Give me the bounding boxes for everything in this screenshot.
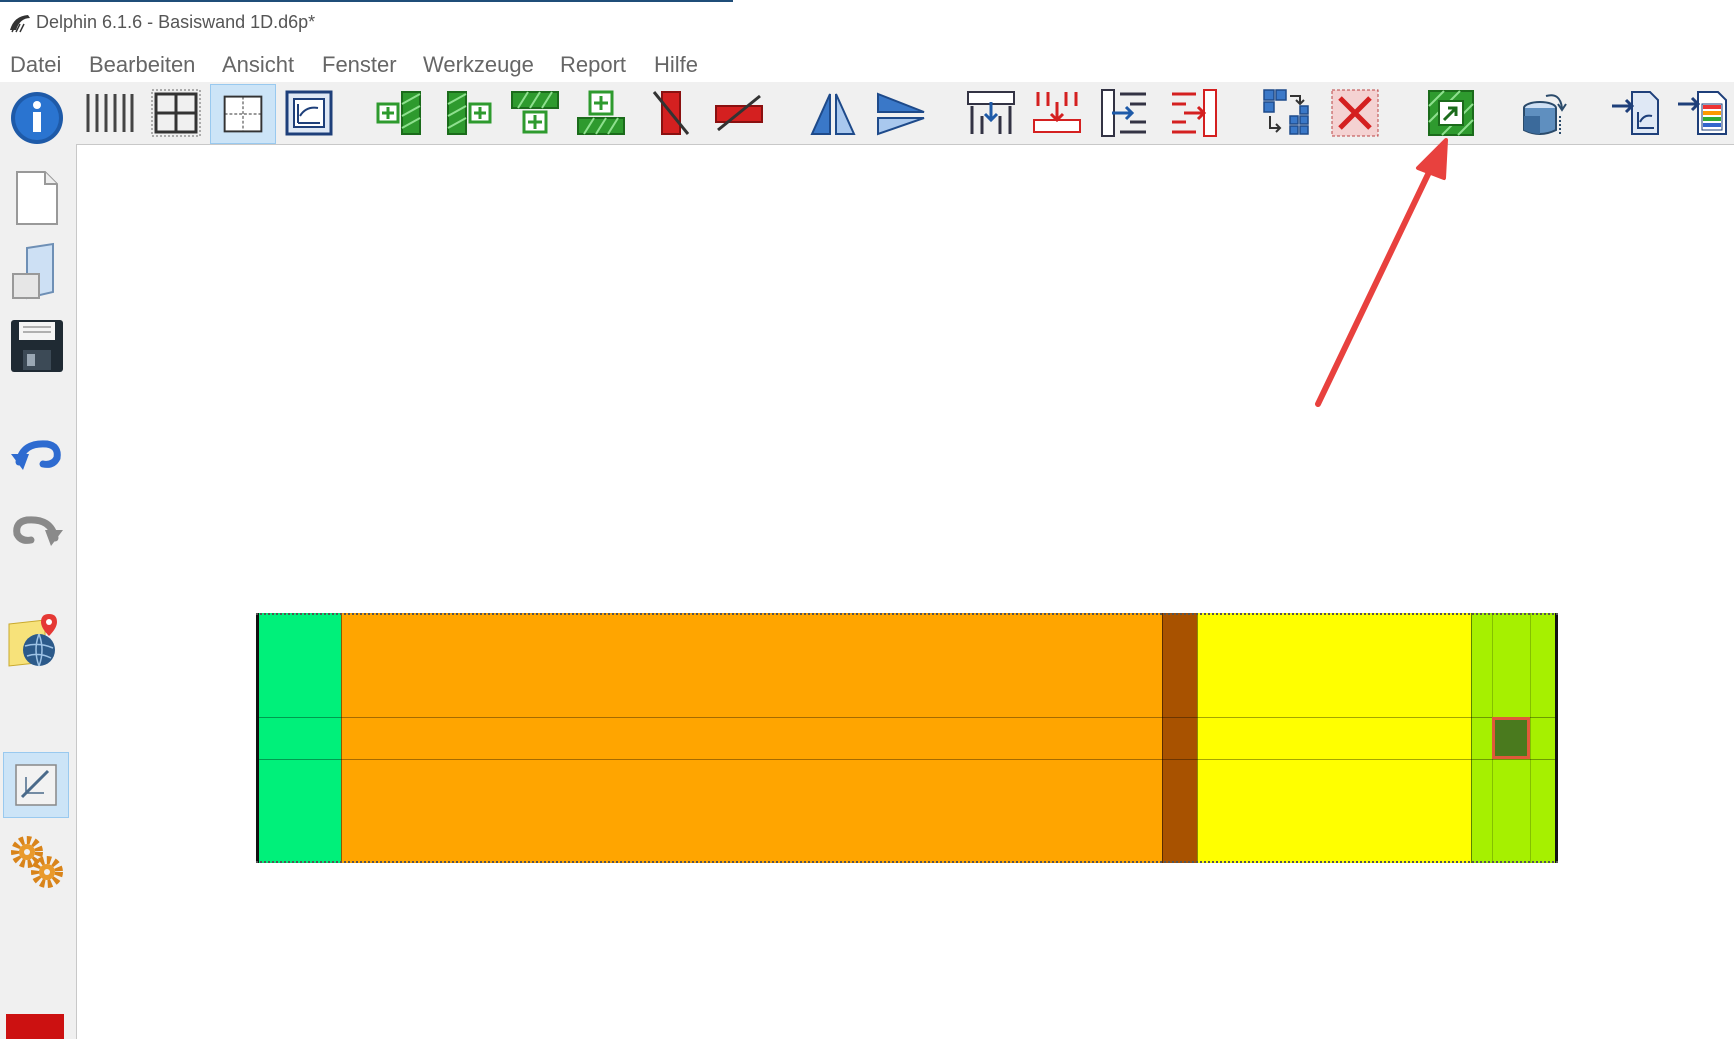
import-table-icon[interactable] — [1678, 86, 1732, 140]
info-icon[interactable] — [8, 88, 66, 146]
insert-column-right-icon[interactable] — [442, 86, 496, 140]
construction-canvas[interactable] — [77, 145, 1734, 1039]
menu-datei[interactable]: Datei — [10, 52, 61, 78]
layer-1[interactable] — [256, 613, 341, 863]
selected-cell[interactable] — [1492, 717, 1530, 759]
menu-werkzeuge[interactable]: Werkzeuge — [423, 52, 534, 78]
redo-icon[interactable] — [5, 500, 69, 564]
menu-report[interactable]: Report — [560, 52, 626, 78]
remove-rows-icon[interactable] — [1166, 86, 1220, 140]
vertical-grid-lines-icon[interactable] — [82, 86, 136, 140]
new-file-icon[interactable] — [5, 166, 69, 230]
delete-assignment-icon[interactable] — [1328, 86, 1382, 140]
assign-region-icon[interactable] — [1260, 86, 1314, 140]
mirror-horizontal-icon[interactable] — [806, 86, 860, 140]
insert-row-above-icon[interactable] — [508, 86, 562, 140]
layer-boundary — [1471, 613, 1472, 863]
save-icon[interactable] — [5, 314, 69, 378]
open-file-icon[interactable] — [5, 240, 69, 304]
layer-2[interactable] — [341, 613, 1162, 863]
cell-boundary — [1530, 613, 1531, 863]
wall-left-edge — [256, 613, 259, 863]
replace-material-icon[interactable] — [1424, 86, 1478, 140]
layer-7[interactable] — [1530, 613, 1558, 863]
split-rows-icon[interactable] — [1098, 86, 1152, 140]
diagram-view-icon[interactable] — [282, 86, 336, 140]
menu-bearbeiten[interactable]: Bearbeiten — [89, 52, 195, 78]
layer-boundary — [1197, 613, 1198, 863]
error-indicator-icon[interactable] — [6, 1014, 64, 1039]
menu-fenster[interactable]: Fenster — [322, 52, 397, 78]
selection-grid-icon[interactable] — [210, 84, 276, 144]
wall-bottom-border — [256, 861, 1558, 863]
layer-4[interactable] — [1197, 613, 1471, 863]
delete-row-icon[interactable] — [712, 86, 766, 140]
title-bar-accent — [0, 0, 733, 2]
mirror-vertical-icon[interactable] — [874, 86, 928, 140]
wall-top-border — [256, 613, 1558, 615]
wall-right-edge — [1555, 613, 1558, 863]
delphin-app-icon — [10, 15, 30, 33]
location-globe-icon[interactable] — [5, 610, 69, 674]
remove-columns-icon[interactable] — [1030, 86, 1084, 140]
rotate-construction-icon[interactable] — [1516, 86, 1570, 140]
undo-icon[interactable] — [5, 424, 69, 488]
grid-row-line — [256, 759, 1558, 760]
delete-column-icon[interactable] — [644, 86, 698, 140]
layer-5[interactable] — [1471, 613, 1492, 863]
construction-wall[interactable] — [256, 613, 1558, 863]
insert-row-below-icon[interactable] — [574, 86, 628, 140]
cell-grid-icon[interactable] — [150, 86, 204, 140]
construction-edit-icon[interactable] — [3, 752, 69, 818]
split-columns-icon[interactable] — [964, 86, 1018, 140]
menu-hilfe[interactable]: Hilfe — [654, 52, 698, 78]
insert-column-left-icon[interactable] — [374, 86, 428, 140]
title-bar: Delphin 6.1.6 - Basiswand 1D.d6p* — [0, 0, 1734, 46]
settings-gears-icon[interactable] — [5, 830, 69, 894]
menu-ansicht[interactable]: Ansicht — [222, 52, 294, 78]
layer-boundary — [1162, 613, 1163, 863]
import-construction-icon[interactable] — [1610, 86, 1664, 140]
layer-3[interactable] — [1162, 613, 1197, 863]
grid-row-line — [256, 717, 1558, 718]
layer-boundary — [341, 613, 342, 863]
window-title: Delphin 6.1.6 - Basiswand 1D.d6p* — [36, 12, 316, 32]
